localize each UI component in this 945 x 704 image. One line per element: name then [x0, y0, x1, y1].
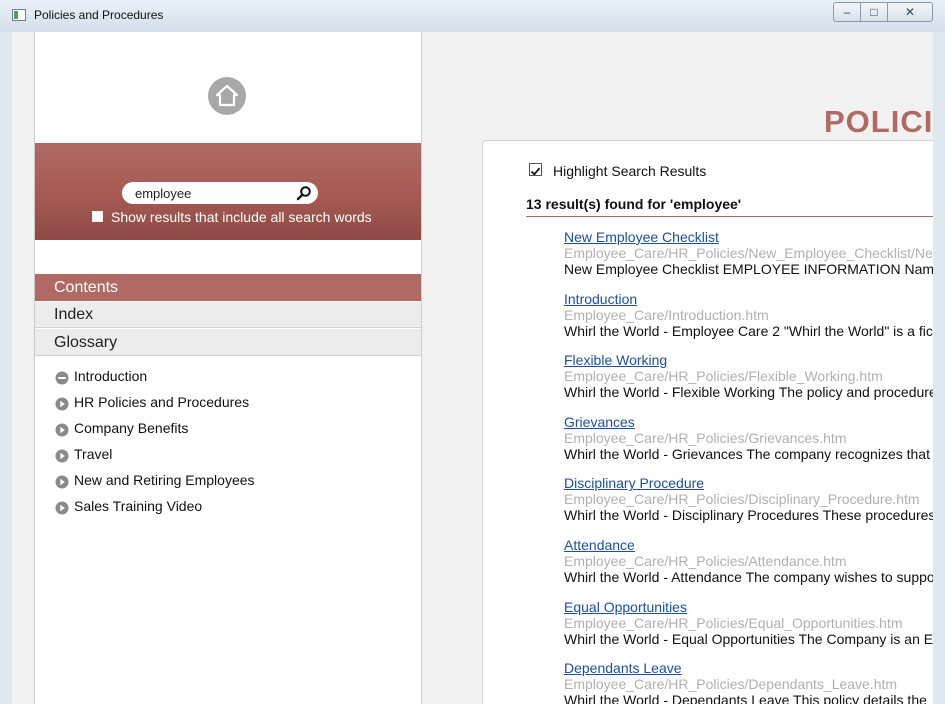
result-path: Employee_Care/HR_Policies/Disciplinary_P…	[564, 491, 920, 508]
all-words-checkbox[interactable]	[92, 211, 103, 222]
toc-item-label: Introduction	[74, 368, 148, 384]
expand-icon[interactable]	[55, 449, 69, 463]
result-item: Equal Opportunities Employee_Care/HR_Pol…	[564, 599, 933, 661]
result-snippet: Whirl the World - Dependants Leave This …	[564, 692, 927, 704]
result-snippet: Whirl the World - Disciplinary Procedure…	[564, 507, 933, 524]
result-item: Grievances Employee_Care/HR_Policies/Gri…	[564, 414, 933, 476]
result-item: Introduction Employee_Care/Introduction.…	[564, 291, 933, 353]
result-link[interactable]: Grievances	[564, 414, 933, 430]
result-path: Employee_Care/HR_Policies/New_Employee_C…	[564, 245, 933, 261]
search-results-panel: Highlight Search Results 13 result(s) fo…	[482, 140, 933, 704]
result-snippet: Whirl the World - Employee Care 2 "Whirl…	[564, 322, 933, 339]
result-path: Employee_Care/HR_Policies/Attendance.htm	[564, 552, 847, 569]
checkmark-icon	[530, 167, 541, 176]
results-divider	[526, 216, 933, 217]
tab-glossary[interactable]: Glossary	[35, 329, 421, 356]
result-link[interactable]: Introduction	[564, 291, 933, 307]
client-area: Show results that include all search wor…	[12, 32, 933, 704]
result-snippet: Whirl the World - Grievances The company…	[564, 445, 930, 462]
result-path: Employee_Care/HR_Policies/Equal_Opportun…	[564, 614, 903, 631]
expand-icon[interactable]	[55, 423, 69, 437]
collapse-icon[interactable]	[55, 371, 69, 385]
result-path: Employee_Care/HR_Policies/Flexible_Worki…	[564, 368, 883, 385]
page-title: POLICIES	[824, 104, 933, 139]
search-panel: Show results that include all search wor…	[35, 143, 421, 240]
result-item: New Employee Checklist Employee_Care/HR_…	[564, 229, 933, 291]
highlight-results-checkbox[interactable]	[529, 163, 542, 176]
content-pane: POLICIES Highlight Search Results 13 res…	[421, 32, 933, 704]
search-input[interactable]	[135, 185, 295, 201]
result-link[interactable]: Flexible Working	[564, 352, 933, 368]
search-icon[interactable]	[296, 185, 312, 201]
result-link[interactable]: Disciplinary Procedure	[564, 475, 933, 491]
title-bar[interactable]: Policies and Procedures – □ ✕	[0, 0, 945, 32]
app-icon	[12, 9, 26, 21]
expand-icon[interactable]	[55, 501, 69, 515]
window-edge	[933, 32, 945, 704]
window-title: Policies and Procedures	[34, 8, 164, 22]
tab-contents[interactable]: Contents	[35, 274, 421, 301]
highlight-results-label: Highlight Search Results	[553, 163, 707, 179]
toc-item-label: Sales Training Video	[74, 498, 203, 514]
result-item: Disciplinary Procedure Employee_Care/HR_…	[564, 475, 933, 537]
result-snippet: Whirl the World - Flexible Working The p…	[564, 384, 933, 401]
results-count: 13 result(s) found for 'employee'	[526, 196, 742, 212]
search-box	[122, 182, 318, 204]
toc-item-label: New and Retiring Employees	[74, 472, 255, 488]
result-snippet: Whirl the World - Attendance The company…	[564, 568, 933, 585]
result-link[interactable]: New Employee Checklist	[564, 229, 933, 245]
result-link[interactable]: Attendance	[564, 537, 933, 553]
result-item: Dependants Leave Employee_Care/HR_Polici…	[564, 660, 933, 704]
all-words-label: Show results that include all search wor…	[111, 209, 372, 225]
toc-item-label: HR Policies and Procedures	[74, 394, 250, 410]
result-snippet: New Employee Checklist EMPLOYEE INFORMAT…	[564, 261, 933, 277]
tab-index[interactable]: Index	[35, 302, 421, 328]
minimize-button[interactable]: –	[833, 2, 861, 22]
result-item: Flexible Working Employee_Care/HR_Polici…	[564, 352, 933, 414]
expand-icon[interactable]	[55, 397, 69, 411]
result-item: Attendance Employee_Care/HR_Policies/Att…	[564, 537, 933, 599]
results-list: New Employee Checklist Employee_Care/HR_…	[564, 229, 933, 704]
maximize-button[interactable]: □	[860, 2, 888, 22]
close-button[interactable]: ✕	[887, 2, 933, 22]
result-path: Employee_Care/Introduction.htm	[564, 306, 769, 323]
navigation-pane: Show results that include all search wor…	[34, 32, 422, 704]
result-link[interactable]: Dependants Leave	[564, 660, 933, 676]
result-snippet: Whirl the World - Equal Opportunities Th…	[564, 630, 933, 647]
toc-item-label: Company Benefits	[74, 420, 189, 436]
expand-icon[interactable]	[55, 475, 69, 489]
home-icon[interactable]	[208, 77, 246, 115]
result-path: Employee_Care/HR_Policies/Dependants_Lea…	[564, 676, 898, 693]
result-link[interactable]: Equal Opportunities	[564, 599, 933, 615]
result-path: Employee_Care/HR_Policies/Grievances.htm	[564, 429, 847, 446]
toc-item-label: Travel	[74, 446, 113, 462]
app-window: Policies and Procedures – □ ✕ employee S…	[0, 0, 945, 704]
